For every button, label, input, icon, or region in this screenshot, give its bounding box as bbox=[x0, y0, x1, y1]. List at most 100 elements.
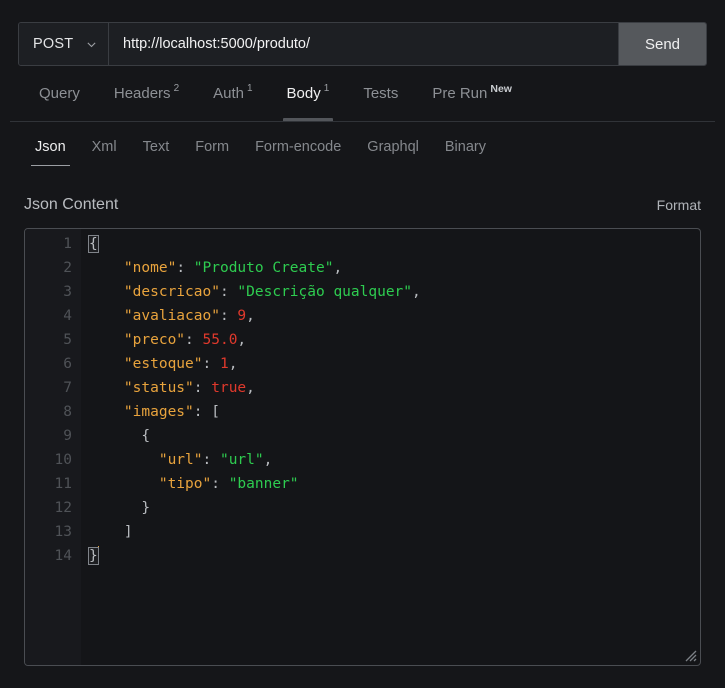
tab-headers[interactable]: Headers 2 bbox=[97, 79, 196, 122]
code-line: "images": [ bbox=[89, 400, 700, 424]
body-tab-graphql[interactable]: Graphql bbox=[354, 134, 432, 170]
url-input[interactable]: http://localhost:5000/produto/ bbox=[109, 23, 618, 65]
body-tab-json[interactable]: Json bbox=[22, 134, 79, 170]
body-tab-label: Graphql bbox=[367, 139, 419, 155]
token-brace: [ bbox=[211, 404, 220, 420]
format-button[interactable]: Format bbox=[657, 197, 701, 213]
token-punct: , bbox=[333, 260, 343, 276]
resize-grip-icon[interactable] bbox=[683, 648, 697, 662]
line-number: 1 bbox=[63, 236, 72, 252]
tab-count-badge: 1 bbox=[323, 83, 330, 94]
token-punct: , bbox=[263, 452, 273, 468]
body-tab-form[interactable]: Form bbox=[182, 134, 242, 170]
line-number: 9 bbox=[63, 428, 72, 444]
tab-label: Pre Run bbox=[432, 85, 488, 102]
tab-pre-run[interactable]: Pre Run New bbox=[415, 79, 529, 122]
token-punct: , bbox=[246, 308, 255, 324]
code-line: { bbox=[88, 232, 700, 256]
line-number: 5 bbox=[63, 332, 72, 348]
token-brace: { bbox=[141, 428, 151, 444]
token-punct: : bbox=[193, 380, 212, 396]
send-button[interactable]: Send bbox=[618, 23, 706, 65]
code-line: "preco": 55.0, bbox=[89, 328, 700, 352]
tab-query[interactable]: Query bbox=[22, 79, 97, 122]
tab-tests[interactable]: Tests bbox=[346, 79, 415, 122]
body-tab-xml[interactable]: Xml bbox=[79, 134, 130, 170]
line-number: 2 bbox=[63, 260, 72, 276]
token-punct: : bbox=[211, 476, 229, 492]
token-key: "estoque" bbox=[123, 356, 203, 372]
token-key: "url" bbox=[158, 452, 203, 468]
url-input-value: http://localhost:5000/produto/ bbox=[123, 36, 311, 52]
body-tab-label: Form bbox=[195, 139, 230, 155]
token-brace: { bbox=[88, 235, 99, 253]
line-number: 3 bbox=[63, 284, 72, 300]
code-area[interactable]: { "nome": "Produto Create", "descricao":… bbox=[81, 229, 700, 665]
json-content-title: Json Content bbox=[24, 196, 119, 213]
token-key: "images" bbox=[123, 404, 194, 420]
line-number: 11 bbox=[54, 476, 72, 492]
chevron-down-icon bbox=[86, 39, 97, 50]
body-type-tabs: Json Xml Text Form Form-encode Graphql Binary bbox=[0, 134, 725, 172]
body-tab-label: Xml bbox=[91, 139, 117, 155]
request-tabs: Query Headers 2 Auth 1 Body 1 Tests Pre Run New bbox=[0, 79, 725, 122]
token-str: "banner" bbox=[228, 476, 299, 492]
token-punct: , bbox=[246, 380, 255, 396]
line-number-gutter: 1 2 3 4 5 6 7 8 9 10 11 12 13 14 bbox=[25, 229, 81, 665]
tab-count-badge: 2 bbox=[173, 83, 180, 94]
code-line: { bbox=[89, 424, 700, 448]
code-line: "avaliacao": 9, bbox=[89, 304, 700, 328]
text-cursor bbox=[97, 546, 100, 563]
token-punct: : bbox=[193, 404, 212, 420]
line-number: 8 bbox=[63, 404, 72, 420]
token-num: 55.0 bbox=[202, 332, 238, 348]
http-method-label: POST bbox=[33, 36, 74, 52]
tab-label: Tests bbox=[363, 85, 399, 102]
json-content-header: Json Content Format bbox=[24, 192, 701, 218]
token-bool: true bbox=[211, 380, 247, 396]
tab-label: Body bbox=[286, 85, 321, 102]
body-tab-label: Binary bbox=[444, 139, 486, 155]
json-body-editor[interactable]: 1 2 3 4 5 6 7 8 9 10 11 12 13 14 { "nome": "Produto C… bbox=[24, 228, 701, 666]
code-line: "tipo": "banner" bbox=[89, 472, 700, 496]
code-line: } bbox=[89, 496, 700, 520]
code-line: "nome": "Produto Create", bbox=[89, 256, 700, 280]
token-key: "tipo" bbox=[158, 476, 212, 492]
token-num: 1 bbox=[219, 356, 229, 372]
tab-label: Query bbox=[39, 85, 80, 102]
token-brace: } bbox=[88, 547, 99, 565]
token-punct: , bbox=[237, 332, 247, 348]
token-punct: : bbox=[202, 452, 220, 468]
code-line: "estoque": 1, bbox=[89, 352, 700, 376]
token-key: "status" bbox=[123, 380, 194, 396]
body-tab-form-encode[interactable]: Form-encode bbox=[242, 134, 354, 170]
token-punct: , bbox=[228, 356, 238, 372]
token-key: "nome" bbox=[123, 260, 177, 276]
tab-auth[interactable]: Auth 1 bbox=[196, 79, 269, 122]
tab-new-badge: New bbox=[490, 83, 512, 95]
token-key: "preco" bbox=[123, 332, 186, 348]
code-line: ] bbox=[89, 520, 700, 544]
tab-body[interactable]: Body 1 bbox=[270, 79, 347, 122]
body-tab-text[interactable]: Text bbox=[130, 134, 183, 170]
http-method-select[interactable]: POST bbox=[19, 23, 109, 65]
body-tab-binary[interactable]: Binary bbox=[432, 134, 499, 170]
token-str: "Descrição qualquer" bbox=[237, 284, 413, 300]
token-punct: : bbox=[185, 332, 203, 348]
code-line: "url": "url", bbox=[89, 448, 700, 472]
tab-count-badge: 1 bbox=[246, 83, 253, 94]
tab-label: Auth bbox=[213, 85, 244, 102]
token-punct: : bbox=[202, 356, 220, 372]
token-punct: , bbox=[412, 284, 421, 300]
line-number: 6 bbox=[63, 356, 72, 372]
